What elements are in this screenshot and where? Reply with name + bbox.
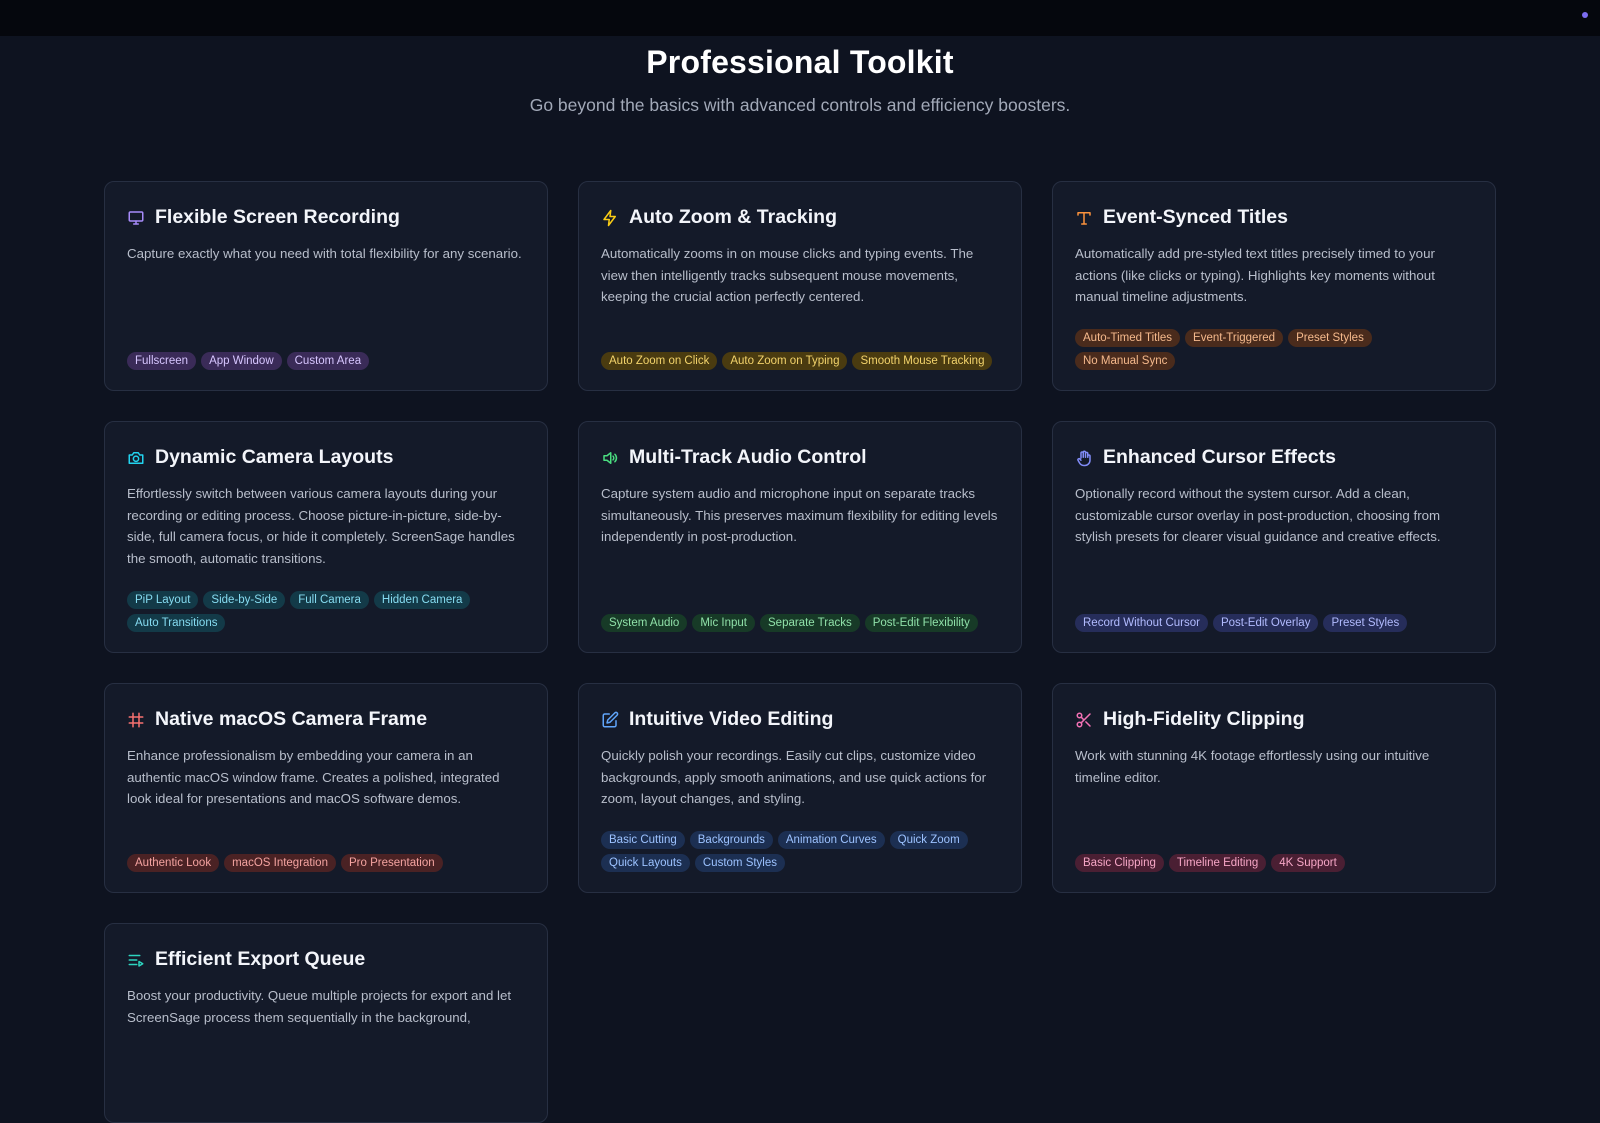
card-title: Enhanced Cursor Effects bbox=[1103, 446, 1336, 468]
card-title: Flexible Screen Recording bbox=[155, 206, 400, 228]
feature-tag: Separate Tracks bbox=[760, 614, 860, 632]
edit-icon bbox=[601, 711, 619, 729]
feature-tag: Full Camera bbox=[290, 591, 369, 609]
feature-tag: 4K Support bbox=[1271, 854, 1345, 872]
feature-tag: Timeline Editing bbox=[1168, 854, 1267, 872]
feature-tag: Quick Layouts bbox=[601, 854, 690, 872]
feature-tag: Custom Styles bbox=[694, 854, 786, 872]
card-description: Enhance professionalism by embedding you… bbox=[127, 748, 500, 806]
feature-tag: Post-Edit Flexibility bbox=[864, 614, 978, 632]
card-description: Automatically zooms in on mouse clicks a… bbox=[601, 246, 974, 304]
feature-tag: Backgrounds bbox=[689, 831, 773, 849]
feature-card-native-macos-camera-frame: Native macOS Camera Frame Enhance profes… bbox=[104, 683, 548, 893]
feature-tag: Auto-Timed Titles bbox=[1075, 329, 1181, 347]
tag-list: Record Without Cursor Post-Edit Overlay … bbox=[1075, 614, 1473, 632]
tag-list: Auto-Timed Titles Event-Triggered Preset… bbox=[1075, 329, 1473, 370]
card-description: Boost your productivity. Queue multiple … bbox=[127, 988, 512, 1025]
hero-section: Professional Toolkit Go beyond the basic… bbox=[0, 36, 1600, 116]
feature-tag: PiP Layout bbox=[127, 591, 199, 609]
feature-tag: Record Without Cursor bbox=[1075, 614, 1208, 632]
feature-tag: Smooth Mouse Tracking bbox=[852, 352, 993, 370]
feature-tag: Fullscreen bbox=[127, 352, 197, 370]
feature-tag: Auto Zoom on Click bbox=[601, 352, 718, 370]
top-bar bbox=[0, 0, 1600, 36]
tag-list: Basic Clipping Timeline Editing 4K Suppo… bbox=[1075, 854, 1473, 872]
feature-tag: Basic Cutting bbox=[601, 831, 685, 849]
text-icon bbox=[1075, 209, 1093, 227]
tag-list: System Audio Mic Input Separate Tracks P… bbox=[601, 614, 999, 632]
speaker-icon bbox=[601, 449, 619, 467]
feature-tag: Hidden Camera bbox=[373, 591, 471, 609]
scissors-icon bbox=[1075, 711, 1093, 729]
lightning-icon bbox=[601, 209, 619, 227]
card-title: Efficient Export Queue bbox=[155, 948, 366, 970]
card-description: Capture system audio and microphone inpu… bbox=[601, 486, 998, 544]
camera-icon bbox=[127, 449, 145, 467]
feature-tag: No Manual Sync bbox=[1075, 352, 1176, 370]
card-title: Multi-Track Audio Control bbox=[629, 446, 867, 468]
feature-tag: Quick Zoom bbox=[889, 831, 968, 849]
card-title: Event-Synced Titles bbox=[1103, 206, 1288, 228]
feature-tag: Auto Zoom on Typing bbox=[722, 352, 848, 370]
tag-list: Fullscreen App Window Custom Area bbox=[127, 352, 525, 370]
card-description: Quickly polish your recordings. Easily c… bbox=[601, 748, 987, 806]
feature-tag: Auto Transitions bbox=[127, 614, 226, 632]
tag-list: Basic Cutting Backgrounds Animation Curv… bbox=[601, 831, 999, 872]
feature-tag: Animation Curves bbox=[777, 831, 885, 849]
feature-card-event-synced-titles: Event-Synced Titles Automatically add pr… bbox=[1052, 181, 1496, 391]
feature-card-flexible-screen-recording: Flexible Screen Recording Capture exactl… bbox=[104, 181, 548, 391]
feature-tag: System Audio bbox=[601, 614, 688, 632]
feature-tag: Mic Input bbox=[692, 614, 755, 632]
card-title: Intuitive Video Editing bbox=[629, 708, 834, 730]
card-description: Automatically add pre-styled text titles… bbox=[1075, 246, 1435, 304]
feature-card-multi-track-audio: Multi-Track Audio Control Capture system… bbox=[578, 421, 1022, 653]
card-title: Auto Zoom & Tracking bbox=[629, 206, 838, 228]
hand-pointer-icon bbox=[1075, 449, 1093, 467]
feature-card-auto-zoom: Auto Zoom & Tracking Automatically zooms… bbox=[578, 181, 1022, 391]
card-title: Native macOS Camera Frame bbox=[155, 708, 428, 730]
feature-card-intuitive-video-editing: Intuitive Video Editing Quickly polish y… bbox=[578, 683, 1022, 893]
tag-list: Auto Zoom on Click Auto Zoom on Typing S… bbox=[601, 352, 999, 370]
feature-tag: Preset Styles bbox=[1323, 614, 1408, 632]
monitor-icon bbox=[127, 209, 145, 227]
tag-list: Authentic Look macOS Integration Pro Pre… bbox=[127, 854, 525, 872]
feature-tag: App Window bbox=[201, 352, 282, 370]
feature-card-high-fidelity-clipping: High-Fidelity Clipping Work with stunnin… bbox=[1052, 683, 1496, 893]
feature-tag: Custom Area bbox=[286, 352, 370, 370]
feature-card-enhanced-cursor-effects: Enhanced Cursor Effects Optionally recor… bbox=[1052, 421, 1496, 653]
card-title: High-Fidelity Clipping bbox=[1103, 708, 1305, 730]
feature-tag: Event-Triggered bbox=[1185, 329, 1284, 347]
frame-icon bbox=[127, 711, 145, 729]
feature-tag: Pro Presentation bbox=[340, 854, 443, 872]
status-dot bbox=[1582, 12, 1588, 18]
feature-tag: Post-Edit Overlay bbox=[1212, 614, 1319, 632]
card-title: Dynamic Camera Layouts bbox=[155, 446, 394, 468]
list-queue-icon bbox=[127, 951, 145, 969]
tag-list: PiP Layout Side-by-Side Full Camera Hidd… bbox=[127, 591, 525, 632]
page-subtitle: Go beyond the basics with advanced contr… bbox=[529, 95, 1071, 115]
page-title: Professional Toolkit bbox=[646, 44, 954, 80]
feature-tag: Side-by-Side bbox=[203, 591, 286, 609]
card-description: Optionally record without the system cur… bbox=[1075, 486, 1441, 544]
feature-tag: Preset Styles bbox=[1288, 329, 1372, 347]
card-description: Capture exactly what you need with total… bbox=[127, 246, 522, 261]
feature-card-dynamic-camera-layouts: Dynamic Camera Layouts Effortlessly swit… bbox=[104, 421, 548, 653]
feature-tag: Authentic Look bbox=[127, 854, 220, 872]
feature-card-efficient-export-queue: Efficient Export Queue Boost your produc… bbox=[104, 923, 548, 1123]
card-description: Effortlessly switch between various came… bbox=[127, 486, 515, 566]
feature-tag: Basic Clipping bbox=[1075, 854, 1164, 872]
card-description: Work with stunning 4K footage effortless… bbox=[1075, 748, 1430, 785]
feature-grid: Flexible Screen Recording Capture exactl… bbox=[104, 181, 1496, 1123]
feature-tag: macOS Integration bbox=[224, 854, 336, 872]
